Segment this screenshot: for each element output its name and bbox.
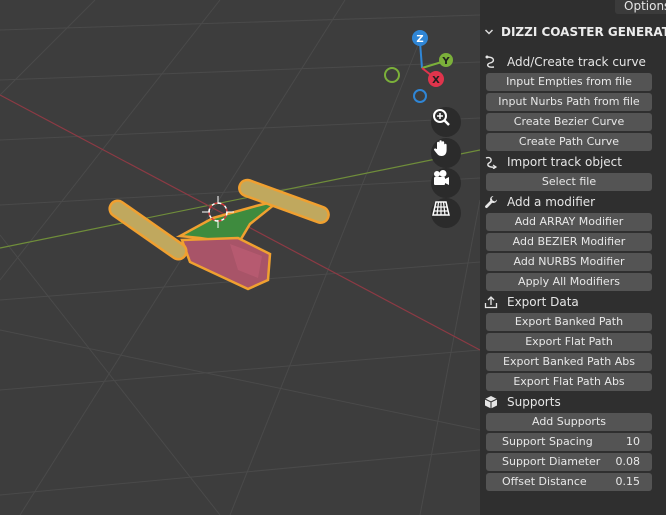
export-flat-path-button[interactable]: Export Flat Path <box>486 333 652 351</box>
add-nurbs-modifier-button[interactable]: Add NURBS Modifier <box>486 253 652 271</box>
section-label: Export Data <box>507 295 579 309</box>
field-value: 0.15 <box>615 475 641 488</box>
input-empties-button[interactable]: Input Empties from file <box>486 73 652 91</box>
gizmo-z-label: Z <box>416 34 423 45</box>
section-label: Add a modifier <box>507 195 596 209</box>
ortho-grid-button[interactable] <box>431 198 461 228</box>
navigation-gizmo[interactable]: Z Y X <box>384 30 453 103</box>
field-label: Offset Distance <box>502 475 587 488</box>
viewport-scene: Z Y X <box>0 0 480 515</box>
chevron-down-icon <box>484 27 496 37</box>
create-path-curve-button[interactable]: Create Path Curve <box>486 133 652 151</box>
export-icon <box>484 295 498 309</box>
panel-header[interactable]: DIZZI COASTER GENERATOR <box>484 24 666 40</box>
section-modifier: Add a modifier <box>484 193 595 211</box>
add-supports-button[interactable]: Add Supports <box>486 413 652 431</box>
import-curve-icon <box>484 155 498 169</box>
field-value: 10 <box>626 435 640 448</box>
3d-viewport[interactable]: Z Y X <box>0 0 480 515</box>
field-label: Support Spacing <box>502 435 593 448</box>
apply-all-modifiers-button[interactable]: Apply All Modifiers <box>486 273 652 291</box>
cube-icon <box>484 395 498 409</box>
create-bezier-curve-button[interactable]: Create Bezier Curve <box>486 113 652 131</box>
section-label: Supports <box>507 395 561 409</box>
section-export: Export Data <box>484 293 579 311</box>
blender-window: Z Y X Options DIZZI COASTER GENERAT Add/… <box>0 0 666 515</box>
gizmo-neg-y[interactable] <box>384 67 400 83</box>
section-label: Import track object <box>507 155 622 169</box>
input-nurbs-path-button[interactable]: Input Nurbs Path from file <box>486 93 652 111</box>
gizmo-y-label: Y <box>441 56 450 67</box>
wrench-icon <box>484 195 498 209</box>
gizmo-neg-z[interactable] <box>413 89 427 103</box>
add-bezier-modifier-button[interactable]: Add BEZIER Modifier <box>486 233 652 251</box>
support-spacing-field[interactable]: Support Spacing 10 <box>486 433 652 451</box>
gizmo-x-label: X <box>432 75 440 86</box>
export-banked-path-abs-button[interactable]: Export Banked Path Abs <box>486 353 652 371</box>
camera-button[interactable] <box>431 168 461 198</box>
zoom-button[interactable] <box>431 107 461 137</box>
field-value: 0.08 <box>615 455 641 468</box>
section-supports: Supports <box>484 393 561 411</box>
section-add-create: Add/Create track curve <box>484 53 646 71</box>
select-file-button[interactable]: Select file <box>486 173 652 191</box>
options-tab[interactable]: Options <box>615 0 666 14</box>
support-diameter-field[interactable]: Support Diameter 0.08 <box>486 453 652 471</box>
add-array-modifier-button[interactable]: Add ARRAY Modifier <box>486 213 652 231</box>
export-banked-path-button[interactable]: Export Banked Path <box>486 313 652 331</box>
offset-distance-field[interactable]: Offset Distance 0.15 <box>486 473 652 491</box>
panel-title: DIZZI COASTER GENERATOR <box>501 25 666 39</box>
curve-icon <box>484 55 498 69</box>
track-object[interactable] <box>107 178 331 291</box>
section-label: Add/Create track curve <box>507 55 646 69</box>
export-flat-path-abs-button[interactable]: Export Flat Path Abs <box>486 373 652 391</box>
pan-button[interactable] <box>431 138 461 168</box>
section-import: Import track object <box>484 153 622 171</box>
field-label: Support Diameter <box>502 455 601 468</box>
